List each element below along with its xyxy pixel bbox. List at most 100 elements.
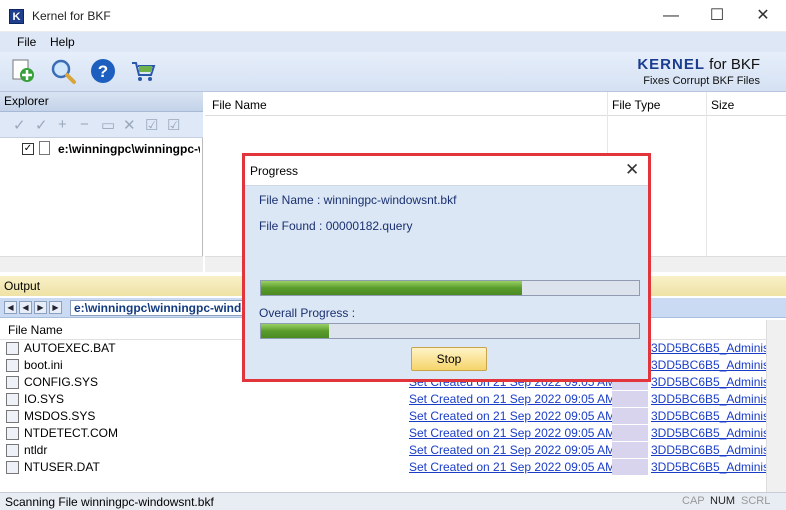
column-file-type[interactable]: File Type <box>612 98 660 112</box>
menu-bar: File Help <box>0 32 786 52</box>
next-page-button[interactable]: ▶ <box>34 301 47 314</box>
row-owner-link[interactable]: 3DD5BC6B5_Administrator <box>651 341 766 355</box>
progress-dialog: Progress ✕ File Name : winningpc-windows… <box>242 153 651 382</box>
row-owner-link[interactable]: 3DD5BC6B5_Administrator <box>651 409 766 423</box>
overall-progress-fill <box>261 324 330 338</box>
help-icon[interactable]: ? <box>89 57 117 85</box>
remove-icon[interactable]: ✕ <box>123 116 136 134</box>
file-icon <box>6 410 19 423</box>
column-file-name[interactable]: File Name <box>212 98 267 112</box>
brand-tagline: Fixes Corrupt BKF Files <box>643 75 760 87</box>
row-created-link[interactable]: Set Created on 21 Sep 2022 09:05 AM by <box>409 426 631 440</box>
row-file-name: NTUSER.DAT <box>24 460 100 474</box>
column-divider <box>706 92 707 272</box>
file-list-header: File Name File Type Size <box>205 92 786 116</box>
table-row[interactable]: NTUSER.DAT Set Created on 21 Sep 2022 09:… <box>0 459 766 476</box>
explorer-horizontal-scrollbar[interactable] <box>0 256 203 272</box>
row-owner-link[interactable]: 3DD5BC6B5_Administrator <box>651 358 766 372</box>
brand-name: KERNEL <box>637 56 705 73</box>
window-title: Kernel for BKF <box>32 9 111 23</box>
table-row[interactable]: ntldr Set Created on 21 Sep 2022 09:05 AM… <box>0 442 766 459</box>
row-owner-link[interactable]: 3DD5BC6B5_Administrator <box>651 375 766 389</box>
column-size[interactable]: Size <box>711 98 734 112</box>
dialog-title: Progress <box>250 164 299 178</box>
table-row[interactable]: NTDETECT.COM Set Created on 21 Sep 2022 0… <box>0 425 766 442</box>
file-found-line: File Found : 00000182.query <box>259 219 413 233</box>
row-owner-link[interactable]: 3DD5BC6B5_Administrator <box>651 426 766 440</box>
row-file-name: IO.SYS <box>24 392 65 406</box>
explorer-toolbar: ✓ ✓ + − ▭ ✕ ☑ ☑ <box>0 112 203 138</box>
file-icon <box>6 444 19 457</box>
explorer-header: Explorer <box>0 92 203 112</box>
table-row[interactable]: IO.SYS Set Created on 21 Sep 2022 09:05 A… <box>0 391 766 408</box>
row-owner-link[interactable]: 3DD5BC6B5_Administrator <box>651 392 766 406</box>
minimize-button[interactable]: — <box>648 0 694 32</box>
file-icon <box>39 141 50 155</box>
redacted-block <box>612 425 648 441</box>
row-file-name: CONFIG.SYS <box>24 375 99 389</box>
scrl-indicator: SCRL <box>741 495 771 507</box>
menu-file[interactable]: File <box>17 35 36 49</box>
first-page-button[interactable]: ◀ <box>4 301 17 314</box>
file-progress-bar <box>260 280 640 296</box>
save-icon[interactable]: ▭ <box>101 116 115 134</box>
output-vertical-scrollbar[interactable] <box>766 320 786 492</box>
brand-logo: KERNEL for BKF Fixes Corrupt BKF Files <box>637 56 760 87</box>
redacted-block <box>612 408 648 424</box>
check-icon[interactable]: ✓ <box>13 116 26 134</box>
status-text: Scanning File winningpc-windowsnt.bkf <box>5 495 214 509</box>
maximize-button[interactable]: ☐ <box>694 0 740 32</box>
redacted-block <box>612 459 648 475</box>
redacted-block <box>612 442 648 458</box>
stop-button[interactable]: Stop <box>411 347 487 371</box>
table-row[interactable]: MSDOS.SYS Set Created on 21 Sep 2022 09:0… <box>0 408 766 425</box>
dialog-close-button[interactable]: ✕ <box>625 160 639 180</box>
check-all-icon[interactable]: ✓ <box>35 116 48 134</box>
row-created-link[interactable]: Set Created on 21 Sep 2022 09:05 AM by <box>409 460 631 474</box>
svg-text:?: ? <box>98 62 108 81</box>
output-column-file-name[interactable]: File Name <box>8 323 63 337</box>
row-file-name: AUTOEXEC.BAT <box>24 341 116 355</box>
title-bar: K Kernel for BKF — ☐ ✕ <box>0 0 786 32</box>
overall-progress-bar <box>260 323 640 339</box>
last-page-button[interactable]: ▶ <box>49 301 62 314</box>
row-file-name: ntldr <box>24 443 48 457</box>
cap-indicator: CAP <box>682 495 705 507</box>
file-icon <box>6 342 19 355</box>
row-owner-link[interactable]: 3DD5BC6B5_Administrator <box>651 460 766 474</box>
expand-icon[interactable]: + <box>58 116 67 133</box>
row-file-name: NTDETECT.COM <box>24 426 118 440</box>
status-bar: Scanning File winningpc-windowsnt.bkf CA… <box>0 492 786 510</box>
overall-progress-label: Overall Progress : <box>259 306 356 320</box>
file-icon <box>6 393 19 406</box>
file-icon <box>6 427 19 440</box>
row-created-link[interactable]: Set Created on 21 Sep 2022 09:05 AM by <box>409 443 631 457</box>
deselect-icon[interactable]: ☑ <box>167 116 180 134</box>
brand-suffix: for BKF <box>704 56 760 73</box>
file-name-line: File Name : winningpc-windowsnt.bkf <box>259 193 457 207</box>
add-file-icon[interactable] <box>9 57 37 85</box>
cart-icon[interactable] <box>129 57 157 85</box>
prev-page-button[interactable]: ◀ <box>19 301 32 314</box>
collapse-icon[interactable]: − <box>80 116 89 133</box>
row-created-link[interactable]: Set Created on 21 Sep 2022 09:05 AM by <box>409 409 631 423</box>
row-file-name: MSDOS.SYS <box>24 409 96 423</box>
menu-help[interactable]: Help <box>50 35 75 49</box>
num-indicator: NUM <box>710 495 736 507</box>
redacted-block <box>612 391 648 407</box>
explorer-panel: Explorer ✓ ✓ + − ▭ ✕ ☑ ☑ ✓ e:\winningpc\… <box>0 92 203 272</box>
tree-item-checkbox[interactable]: ✓ <box>22 143 34 155</box>
select-icon[interactable]: ☑ <box>145 116 158 134</box>
file-icon <box>6 359 19 372</box>
file-icon <box>6 461 19 474</box>
row-created-link[interactable]: Set Created on 21 Sep 2022 09:05 AM by <box>409 392 631 406</box>
row-owner-link[interactable]: 3DD5BC6B5_Administrator <box>651 443 766 457</box>
file-progress-fill <box>261 281 522 295</box>
toolbar: ? KERNEL for BKF Fixes Corrupt BKF Files <box>0 52 786 92</box>
file-icon <box>6 376 19 389</box>
dialog-title-bar: Progress ✕ <box>245 156 648 186</box>
search-icon[interactable] <box>49 57 77 85</box>
tree-item-label[interactable]: e:\winningpc\winningpc-windowsnt.bkf <box>58 142 200 156</box>
row-file-name: boot.ini <box>24 358 63 372</box>
close-button[interactable]: ✕ <box>740 0 786 32</box>
